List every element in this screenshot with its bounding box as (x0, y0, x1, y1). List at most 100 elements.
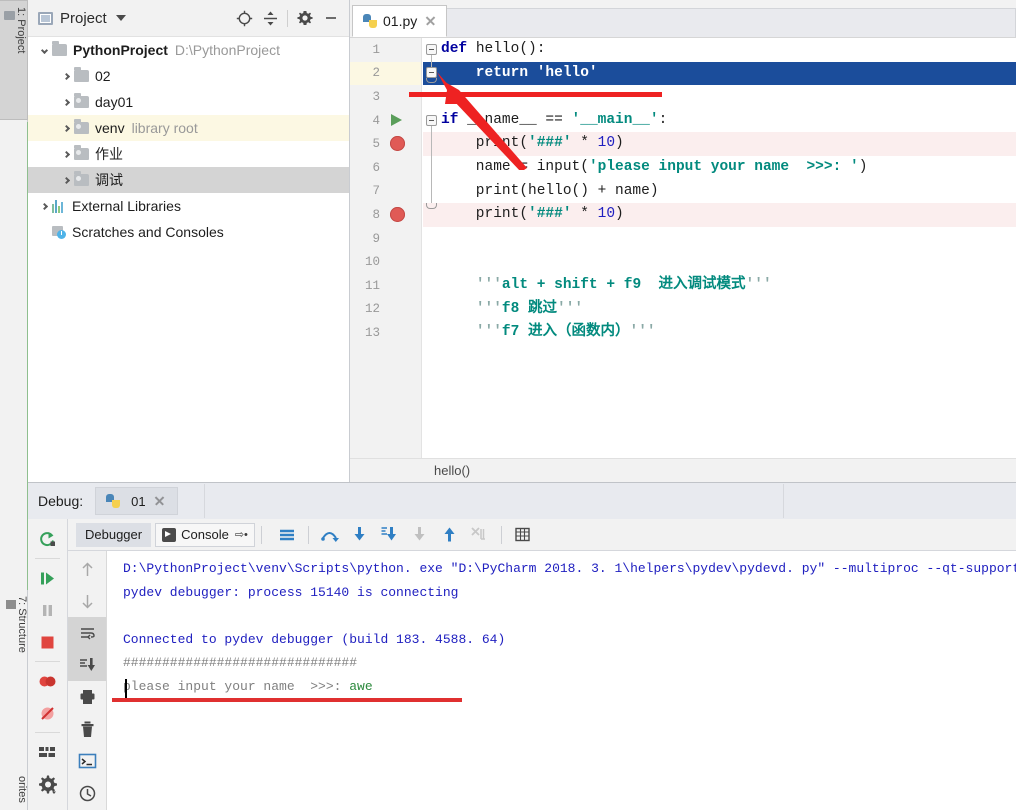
tree-item-venv[interactable]: venv library root (28, 115, 350, 141)
tree-item-external-libraries[interactable]: External Libraries (28, 193, 350, 219)
code-line[interactable]: '''f7 进入（函数内）''' (423, 321, 1016, 345)
gutter-line[interactable]: 1 (350, 38, 421, 62)
gutter-line[interactable]: 11 (350, 274, 421, 298)
editor-gutter[interactable]: 1 2 3 4 5 6 7 8 9 10 11 12 13 (350, 38, 422, 458)
locate-icon[interactable] (231, 5, 257, 31)
code-token: ''' (475, 276, 502, 293)
gutter-line[interactable]: 9 (350, 227, 421, 251)
chevron-right-icon[interactable] (36, 202, 52, 210)
gutter-marker-area[interactable] (380, 203, 420, 227)
pause-program-icon[interactable] (28, 594, 67, 626)
soft-wrap-icon[interactable] (272, 520, 302, 550)
up-arrow-icon[interactable] (68, 553, 106, 585)
gutter-line[interactable]: 7 (350, 180, 421, 204)
down-arrow-icon[interactable] (68, 585, 106, 617)
tree-item-02[interactable]: 02 (28, 63, 350, 89)
step-up-icon[interactable] (435, 520, 465, 550)
project-tree[interactable]: PythonProject D:\PythonProject 02 day01 venv… (28, 37, 350, 245)
chevron-right-icon[interactable] (58, 150, 74, 158)
sidebar-item-project[interactable]: 1: Project (0, 0, 28, 120)
tree-item-[interactable]: 调试 (28, 167, 350, 193)
mute-breakpoints-icon[interactable] (28, 697, 67, 729)
gutter-marker-area[interactable] (380, 250, 420, 274)
sidebar-item-structure[interactable]: 7: Structure (0, 590, 28, 700)
gutter-marker-area[interactable] (380, 298, 420, 322)
breakpoint-icon[interactable] (390, 136, 405, 152)
gutter-marker-area[interactable] (380, 227, 420, 251)
pin-icon[interactable]: ⇨• (235, 528, 248, 541)
gutter-marker-area[interactable] (380, 62, 420, 86)
gutter-marker-area[interactable] (380, 321, 420, 345)
step-over-icon[interactable] (315, 520, 345, 550)
chevron-right-icon[interactable] (58, 124, 74, 132)
chevron-right-icon[interactable] (58, 98, 74, 106)
fold-start-icon[interactable] (426, 44, 437, 55)
code-line[interactable]: def hello(): (423, 38, 1016, 62)
code-line[interactable]: print(hello() + name) (423, 180, 1016, 204)
gutter-marker-area[interactable] (380, 109, 420, 133)
python-run-icon (106, 494, 121, 508)
settings-layout-icon[interactable] (28, 736, 67, 768)
gutter-line[interactable]: 5 (350, 132, 421, 156)
code-line[interactable]: print('###' * 10) (423, 203, 1016, 227)
chevron-down-icon[interactable] (115, 15, 126, 21)
gear-icon[interactable] (292, 5, 318, 31)
close-icon[interactable] (424, 14, 438, 28)
tab-debugger[interactable]: Debugger (76, 522, 152, 547)
close-icon[interactable] (153, 494, 167, 508)
tree-item-day01[interactable]: day01 (28, 89, 350, 115)
print-icon[interactable] (68, 681, 106, 713)
gutter-marker-area[interactable] (380, 180, 420, 204)
tree-item-pythonproject[interactable]: PythonProject D:\PythonProject (28, 37, 350, 63)
gutter-marker-area[interactable] (380, 156, 420, 180)
line-number: 9 (372, 231, 380, 246)
debug-session-tab-01[interactable]: 01 (95, 487, 178, 515)
hide-icon[interactable] (318, 5, 344, 31)
chevron-right-icon[interactable] (58, 176, 74, 184)
clear-all-icon[interactable] (68, 713, 106, 745)
tab-label: Console (181, 527, 229, 542)
console-output[interactable]: D:\PythonProject\venv\Scripts\python. ex… (106, 551, 1016, 810)
gear-icon[interactable] (28, 768, 67, 800)
scroll-to-end-icon[interactable] (68, 649, 106, 681)
tab-console[interactable]: Console ⇨• (155, 522, 255, 547)
gutter-line[interactable]: 10 (350, 250, 421, 274)
terminal-icon[interactable] (68, 745, 106, 777)
force-step-into-icon[interactable] (375, 520, 405, 550)
gutter-line[interactable]: 8 (350, 203, 421, 227)
step-into-icon[interactable] (345, 520, 375, 550)
tree-item-[interactable]: 作业 (28, 141, 350, 167)
gutter-line[interactable]: 2 (350, 61, 421, 86)
step-out-disabled-icon (405, 520, 435, 550)
chevron-down-icon[interactable] (36, 46, 52, 54)
sidebar-item-favorites[interactable]: orites (0, 770, 28, 810)
collapse-all-icon[interactable] (257, 5, 283, 31)
chevron-right-icon[interactable] (58, 72, 74, 80)
gutter-line[interactable]: 13 (350, 321, 421, 345)
code-line[interactable]: '''f8 跳过''' (423, 298, 1016, 322)
breakpoint-icon[interactable] (390, 207, 405, 223)
gutter-marker-area[interactable] (380, 132, 420, 156)
code-token: ) (615, 206, 624, 223)
resume-program-icon[interactable] (28, 562, 67, 594)
fold-region-end-icon[interactable] (426, 203, 437, 209)
gutter-line[interactable]: 12 (350, 298, 421, 322)
view-breakpoints-icon[interactable] (28, 665, 67, 697)
tree-item-scratches-and-consoles[interactable]: Scratches and Consoles (28, 219, 350, 245)
tool-window-strip-left: 1: Project 7: Structure orites (0, 0, 28, 810)
code-line[interactable] (423, 227, 1016, 251)
run-marker-icon[interactable] (391, 113, 402, 126)
tab-01-py[interactable]: 01.py (352, 5, 448, 37)
code-line[interactable] (423, 250, 1016, 274)
gutter-line[interactable]: 4 (350, 109, 421, 133)
history-icon[interactable] (68, 777, 106, 809)
soft-wrap-lines-icon[interactable] (68, 617, 106, 649)
evaluate-expression-icon[interactable] (508, 520, 538, 550)
stop-icon[interactable] (28, 626, 67, 658)
gutter-marker-area[interactable] (380, 38, 420, 62)
code-line[interactable]: '''alt + shift + f9 进入调试模式''' (423, 274, 1016, 298)
code-token: * (571, 206, 598, 223)
gutter-marker-area[interactable] (380, 274, 420, 298)
rerun-icon[interactable] (28, 523, 67, 555)
gutter-line[interactable]: 6 (350, 156, 421, 180)
